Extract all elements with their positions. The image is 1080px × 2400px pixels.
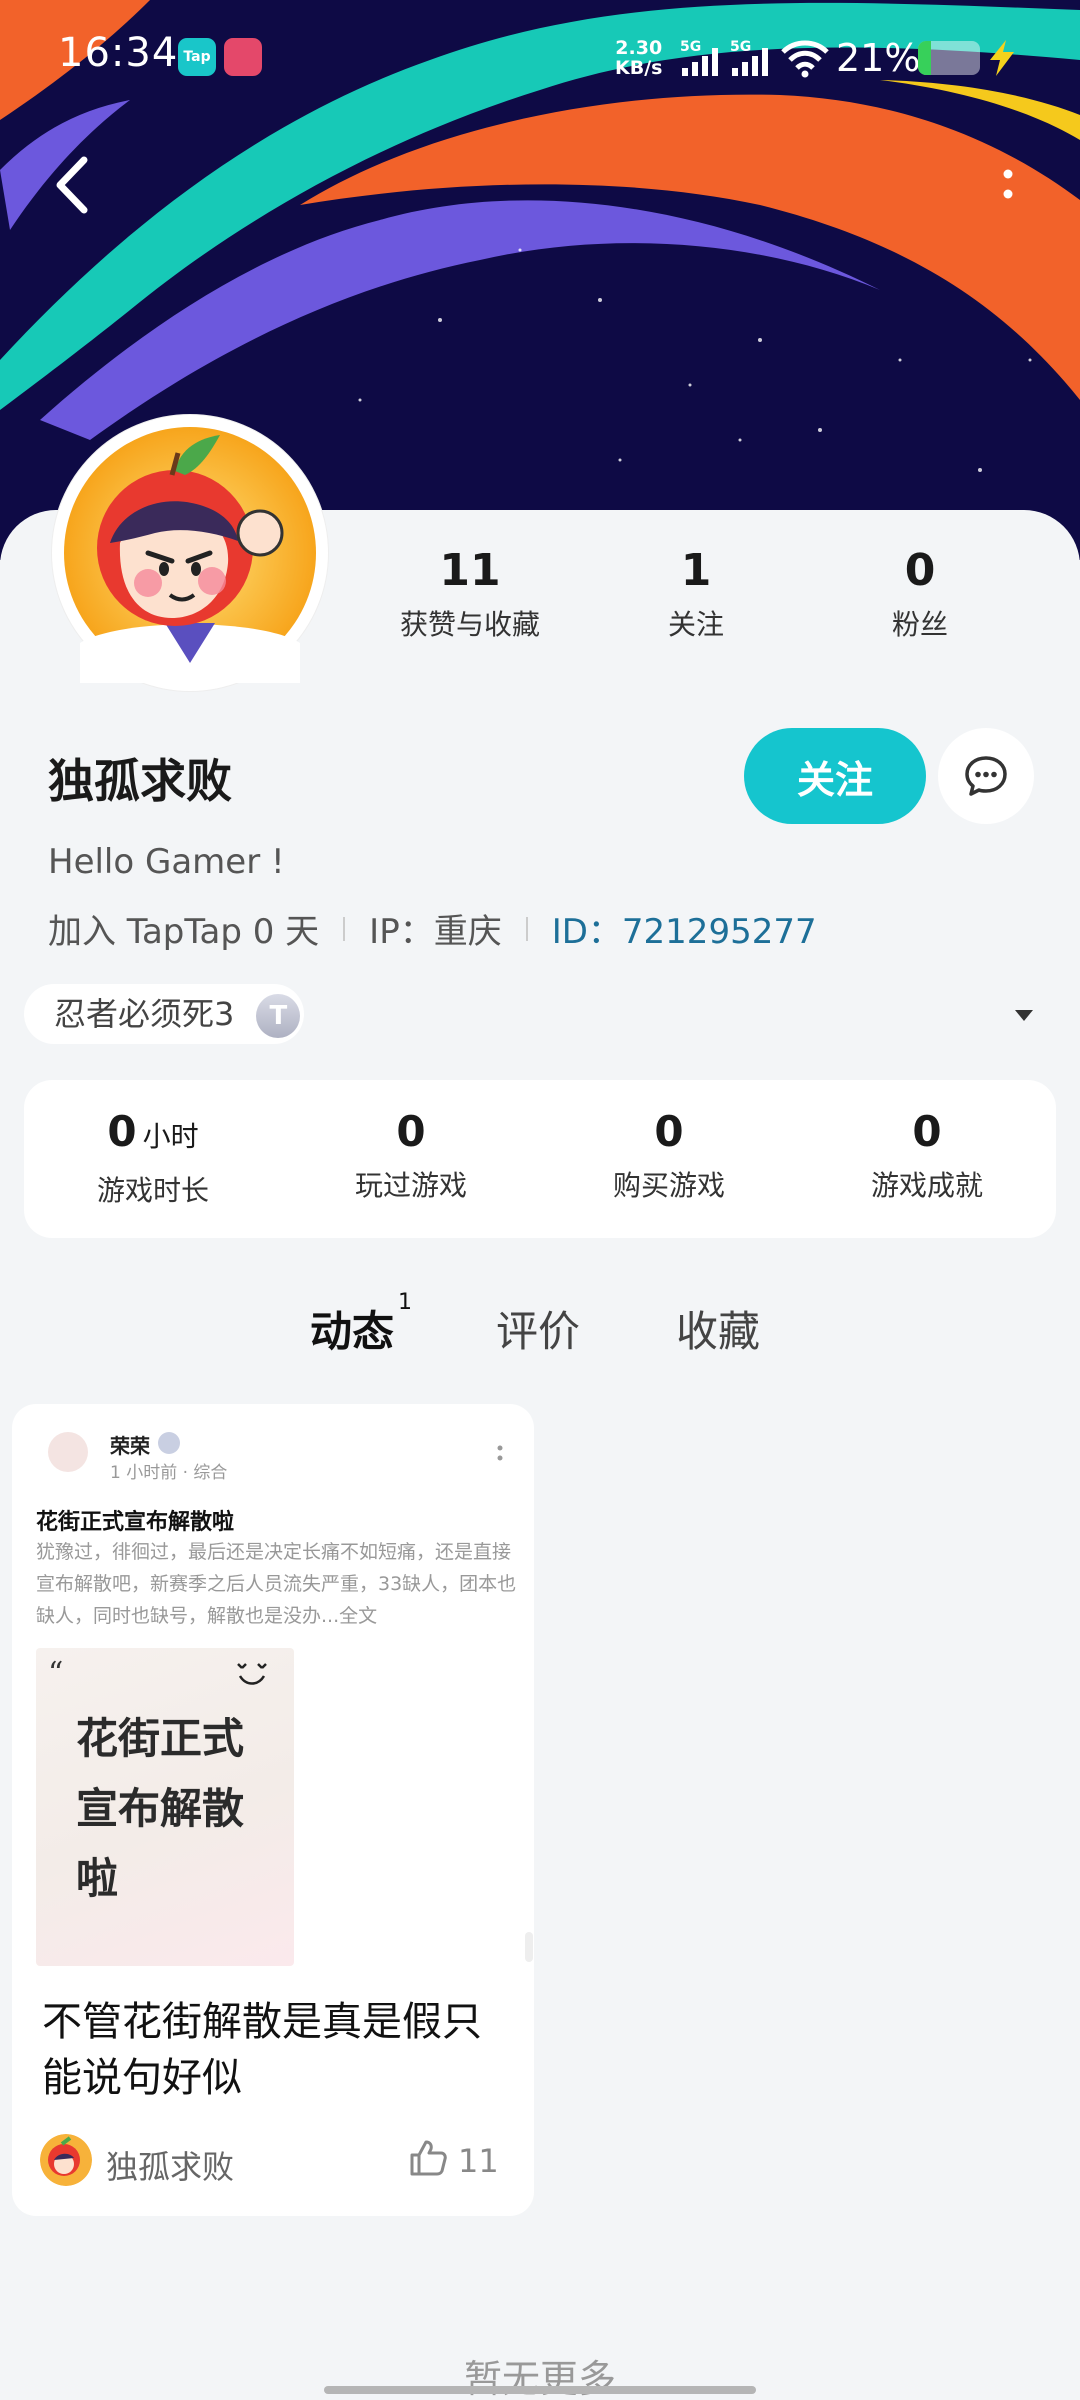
post-screenshot: 荣荣 1 小时前 · 综合 花街正式宣布解散啦 犹豫过，徘徊过，最后还是决定长痛…	[12, 1404, 534, 1966]
stat-games-bought[interactable]: 0 购买游戏	[540, 1108, 798, 1204]
signal-icon: 5G	[730, 39, 768, 76]
stat-label: 关注	[667, 608, 724, 641]
charging-bolt-icon	[990, 40, 1014, 76]
stat-label: 游戏成就	[870, 1169, 983, 1202]
stat-number: 0	[654, 1107, 684, 1156]
divider	[343, 916, 346, 941]
network-speed-value: 2.30	[615, 37, 663, 59]
stat-following[interactable]: 1 关注	[596, 545, 796, 643]
tab-label: 收藏	[676, 1307, 761, 1356]
embedded-post-body: 犹豫过，徘徊过，最后还是决定长痛不如短痛，还是直接宣布解散吧，新赛季之后人员流失…	[36, 1536, 520, 1632]
stat-likes-favorites[interactable]: 11 获赞与收藏	[370, 545, 570, 643]
stat-label: 游戏时长	[96, 1174, 209, 1207]
stat-number: 0	[107, 1107, 137, 1156]
game-level-badge: T	[256, 994, 301, 1038]
home-indicator[interactable]	[324, 2386, 756, 2394]
embedded-post-time: 1 小时前 · 综合	[110, 1463, 228, 1483]
status-bar: 16:34 Tap 2.30 KB/s 5G 5G 21%	[0, 0, 1080, 116]
back-arrow-icon[interactable]	[48, 150, 98, 220]
battery-icon	[918, 41, 980, 75]
signal-icon: 5G	[680, 39, 718, 76]
tab-favorites[interactable]: 收藏	[676, 1298, 760, 1359]
stat-number: 0	[912, 1107, 942, 1156]
embedded-author-avatar	[48, 1432, 88, 1472]
stat-number: 1	[680, 545, 712, 596]
tab-label: 动态	[310, 1307, 395, 1356]
stat-play-time[interactable]: 0 小时 游戏时长	[24, 1108, 282, 1209]
smiley-doodle-icon	[237, 1663, 267, 1685]
tab-label: 评价	[496, 1307, 581, 1356]
user-id[interactable]: ID：721295277	[552, 904, 817, 953]
tab-count: 1	[398, 1290, 413, 1315]
ip-location: IP：重庆	[369, 912, 502, 952]
game-app-icon	[224, 38, 262, 76]
taptap-app-icon: Tap	[178, 38, 216, 76]
game-tag-name: 忍者必须死3	[54, 995, 235, 1033]
signal-5g-label: 5G	[680, 39, 701, 55]
stat-number: 11	[439, 545, 501, 596]
user-meta: 加入 TapTap 0 天 IP：重庆 ID：721295277	[48, 904, 817, 953]
wifi-icon	[781, 40, 829, 78]
scroll-indicator	[525, 1932, 533, 1962]
stat-unit: 小时	[142, 1120, 199, 1153]
stat-label: 获赞与收藏	[399, 608, 540, 641]
thumbs-up-icon[interactable]	[408, 2138, 448, 2178]
tab-reviews[interactable]: 评价	[496, 1298, 580, 1359]
embedded-post-title: 花街正式宣布解散啦	[36, 1510, 235, 1535]
status-time: 16:34	[58, 30, 179, 76]
signal-5g-label: 5G	[730, 39, 751, 55]
cover-text: 花街正式宣布解散啦	[76, 1714, 245, 1903]
battery-level-fill	[918, 41, 932, 75]
stat-label: 粉丝	[891, 608, 948, 641]
stat-label: 购买游戏	[612, 1169, 725, 1202]
user-avatar[interactable]	[52, 415, 328, 691]
stat-achievements[interactable]: 0 游戏成就	[798, 1108, 1056, 1204]
stat-number: 0	[396, 1107, 426, 1156]
embedded-read-full: ...全文	[321, 1605, 378, 1627]
embedded-author-name: 荣荣	[110, 1434, 150, 1458]
stat-label: 玩过游戏	[354, 1169, 467, 1202]
chat-bubble-icon	[965, 756, 1007, 796]
post-caption: 不管花街解散是真是假只能说句好似	[42, 1999, 482, 2101]
message-button[interactable]	[938, 728, 1034, 824]
more-vertical-icon[interactable]	[990, 160, 1026, 210]
dropdown-arrow-icon[interactable]	[1013, 1007, 1035, 1023]
embedded-post-text: 犹豫过，徘徊过，最后还是决定长痛不如短痛，还是直接宣布解散吧，新赛季之后人员流失…	[36, 1541, 517, 1627]
more-vertical-icon	[497, 1445, 503, 1461]
stat-games-played[interactable]: 0 玩过游戏	[282, 1108, 540, 1204]
stat-number: 0	[904, 545, 936, 596]
tab-moments[interactable]: 动态 1	[310, 1290, 412, 1359]
username: 独孤求败	[48, 754, 232, 808]
battery-percent: 21%	[836, 36, 921, 80]
join-days: 加入 TapTap 0 天	[48, 912, 320, 952]
embedded-cover-image: “ 花街正式宣布解散啦	[36, 1648, 294, 1966]
user-bio: Hello Gamer !	[48, 842, 285, 882]
stat-followers[interactable]: 0 粉丝	[820, 545, 1020, 643]
avatar-image	[40, 2134, 92, 2186]
game-tag-chip[interactable]: 忍者必须死3 T	[24, 984, 305, 1044]
quote-mark: “	[48, 1656, 64, 1691]
network-speed: 2.30 KB/s	[615, 38, 662, 78]
post-author-name[interactable]: 独孤求败	[106, 2142, 234, 2188]
game-stats-panel: 0 小时 游戏时长 0 玩过游戏 0 购买游戏 0 游戏成就	[24, 1080, 1056, 1238]
post-author-avatar[interactable]	[40, 2134, 92, 2186]
avatar-image	[64, 427, 316, 683]
divider	[525, 916, 528, 941]
like-count: 11	[458, 2142, 499, 2180]
network-speed-unit: KB/s	[615, 57, 663, 79]
post-card[interactable]: 荣荣 1 小时前 · 综合 花街正式宣布解散啦 犹豫过，徘徊过，最后还是决定长痛…	[12, 1404, 534, 2216]
follow-button[interactable]: 关注	[744, 728, 926, 824]
embedded-author-badge	[158, 1432, 180, 1454]
